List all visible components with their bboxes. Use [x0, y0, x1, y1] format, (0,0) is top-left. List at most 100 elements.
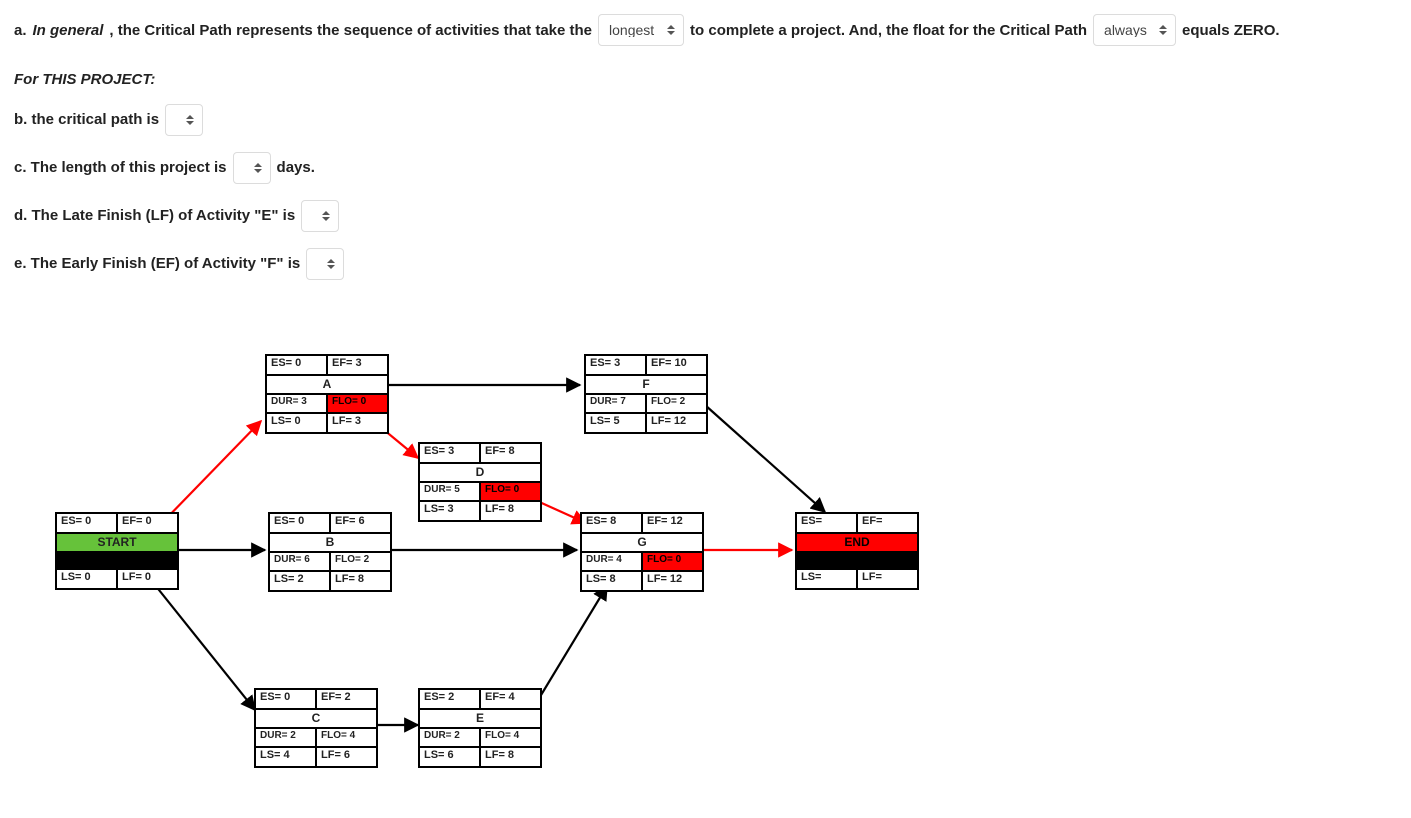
qa-tail: equals ZERO. — [1182, 15, 1280, 47]
node-end: ES=EF= END LS=LF= — [795, 512, 919, 590]
g-es: ES= 8 — [582, 514, 643, 532]
c-ls: LS= 4 — [256, 748, 317, 766]
a-ls: LS= 0 — [267, 414, 328, 432]
g-lf: LF= 12 — [643, 572, 702, 590]
select-ef-f[interactable] — [306, 248, 344, 280]
node-start: ES= 0EF= 0 START LS= 0LF= 0 — [55, 512, 179, 590]
start-ls: LS= 0 — [57, 570, 118, 588]
d-es: ES= 3 — [420, 444, 481, 462]
qa-prefix: a. — [14, 15, 27, 47]
question-a: a. In general , the Critical Path repres… — [14, 14, 1397, 47]
question-b: b. the critical path is — [14, 104, 1397, 136]
b-flo: FLO= 2 — [331, 553, 390, 570]
b-lf: LF= 8 — [331, 572, 390, 590]
section-header: For THIS PROJECT: — [14, 71, 1397, 88]
d-dur: DUR= 5 — [420, 483, 481, 500]
d-ls: LS= 3 — [420, 502, 481, 520]
select-always-wrap: always — [1093, 14, 1176, 47]
a-flo: FLO= 0 — [328, 395, 387, 412]
select-lf-e[interactable] — [301, 200, 339, 232]
qc-post: days. — [277, 159, 315, 176]
f-name: F — [586, 374, 706, 395]
question-c: c. The length of this project is days. — [14, 152, 1397, 184]
f-flo: FLO= 2 — [647, 395, 706, 412]
b-ls: LS= 2 — [270, 572, 331, 590]
start-ef: EF= 0 — [118, 514, 177, 532]
a-dur: DUR= 3 — [267, 395, 328, 412]
e-ls: LS= 6 — [420, 748, 481, 766]
select-b-wrap — [165, 104, 203, 136]
b-ef: EF= 6 — [331, 514, 390, 532]
f-es: ES= 3 — [586, 356, 647, 374]
c-dur: DUR= 2 — [256, 729, 317, 746]
edge-e-g — [535, 586, 607, 705]
qc-pre: c. The length of this project is — [14, 159, 227, 176]
qa-lead: In general — [33, 15, 104, 47]
f-lf: LF= 12 — [647, 414, 706, 432]
f-dur: DUR= 7 — [586, 395, 647, 412]
question-d: d. The Late Finish (LF) of Activity "E" … — [14, 200, 1397, 232]
node-c: ES= 0EF= 2 C DUR= 2FLO= 4 LS= 4LF= 6 — [254, 688, 378, 768]
c-lf: LF= 6 — [317, 748, 376, 766]
network-diagram: ES= 0EF= 0 START LS= 0LF= 0 ES= 0EF= 3 A… — [40, 350, 960, 790]
g-name: G — [582, 532, 702, 553]
d-lf: LF= 8 — [481, 502, 540, 520]
qe-text: e. The Early Finish (EF) of Activity "F"… — [14, 255, 300, 272]
select-d-wrap — [301, 200, 339, 232]
node-d: ES= 3EF= 8 D DUR= 5FLO= 0 LS= 3LF= 8 — [418, 442, 542, 522]
select-longest[interactable]: longest — [598, 14, 684, 46]
b-name: B — [270, 532, 390, 553]
e-ef: EF= 4 — [481, 690, 540, 708]
e-dur: DUR= 2 — [420, 729, 481, 746]
g-ef: EF= 12 — [643, 514, 702, 532]
end-ls: LS= — [797, 570, 858, 588]
end-es: ES= — [797, 514, 858, 532]
select-critical-path[interactable] — [165, 104, 203, 136]
qa-text-2: to complete a project. And, the float fo… — [690, 15, 1087, 47]
g-flo: FLO= 0 — [643, 553, 702, 570]
edge-f-end — [705, 405, 825, 512]
qd-text: d. The Late Finish (LF) of Activity "E" … — [14, 207, 295, 224]
e-lf: LF= 8 — [481, 748, 540, 766]
a-es: ES= 0 — [267, 356, 328, 374]
end-ef: EF= — [858, 514, 917, 532]
a-lf: LF= 3 — [328, 414, 387, 432]
node-e: ES= 2EF= 4 E DUR= 2FLO= 4 LS= 6LF= 8 — [418, 688, 542, 768]
d-name: D — [420, 462, 540, 483]
f-ef: EF= 10 — [647, 356, 706, 374]
e-name: E — [420, 708, 540, 729]
start-es: ES= 0 — [57, 514, 118, 532]
end-lf: LF= — [858, 570, 917, 588]
node-g: ES= 8EF= 12 G DUR= 4FLO= 0 LS= 8LF= 12 — [580, 512, 704, 592]
c-flo: FLO= 4 — [317, 729, 376, 746]
a-ef: EF= 3 — [328, 356, 387, 374]
d-flo: FLO= 0 — [481, 483, 540, 500]
edge-start-a — [160, 421, 261, 525]
g-ls: LS= 8 — [582, 572, 643, 590]
c-ef: EF= 2 — [317, 690, 376, 708]
select-e-wrap — [306, 248, 344, 280]
c-es: ES= 0 — [256, 690, 317, 708]
f-ls: LS= 5 — [586, 414, 647, 432]
a-name: A — [267, 374, 387, 395]
qb-text: b. the critical path is — [14, 111, 159, 128]
c-name: C — [256, 708, 376, 729]
node-b: ES= 0EF= 6 B DUR= 6FLO= 2 LS= 2LF= 8 — [268, 512, 392, 592]
qa-text-1: , the Critical Path represents the seque… — [109, 15, 592, 47]
select-longest-wrap: longest — [598, 14, 684, 47]
select-project-length[interactable] — [233, 152, 271, 184]
select-c-wrap — [233, 152, 271, 184]
e-es: ES= 2 — [420, 690, 481, 708]
end-name: END — [797, 532, 917, 553]
select-always[interactable]: always — [1093, 14, 1176, 46]
g-dur: DUR= 4 — [582, 553, 643, 570]
edge-start-c — [155, 585, 255, 710]
e-flo: FLO= 4 — [481, 729, 540, 746]
node-a: ES= 0EF= 3 A DUR= 3FLO= 0 LS= 0LF= 3 — [265, 354, 389, 434]
d-ef: EF= 8 — [481, 444, 540, 462]
start-name: START — [57, 532, 177, 553]
question-e: e. The Early Finish (EF) of Activity "F"… — [14, 248, 1397, 280]
b-es: ES= 0 — [270, 514, 331, 532]
start-lf: LF= 0 — [118, 570, 177, 588]
b-dur: DUR= 6 — [270, 553, 331, 570]
